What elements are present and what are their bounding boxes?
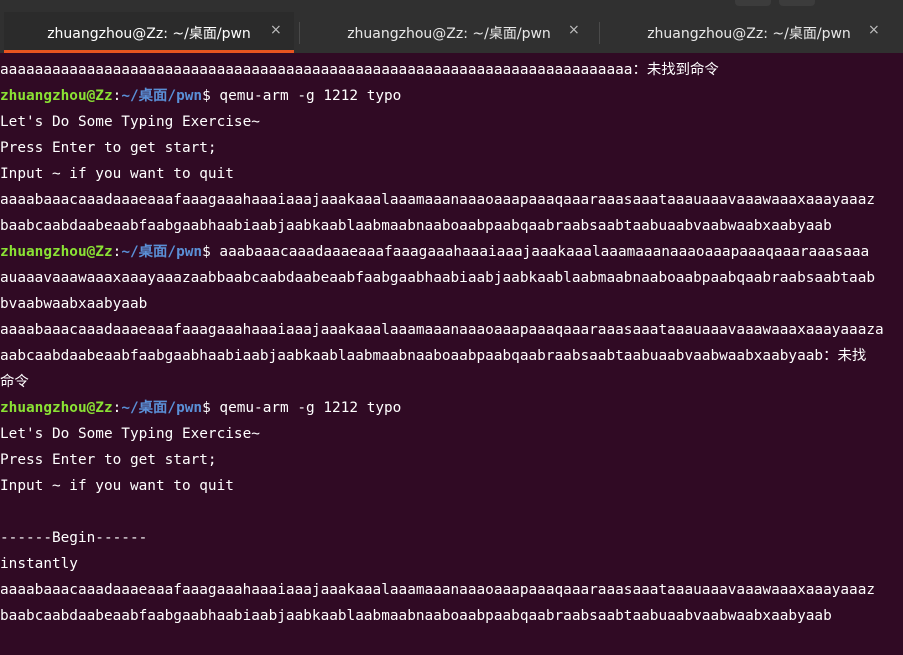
prompt-symbol: $ [202, 88, 220, 104]
prompt-symbol: $ [202, 244, 220, 260]
output-line: Input ~ if you want to quit [0, 478, 234, 494]
output-line: auaaavaaawaaaxaaayaaazaabbaabcaabdaabeaa… [0, 270, 876, 286]
close-icon[interactable]: × [568, 22, 580, 38]
output-line: aaaaaaaaaaaaaaaaaaaaaaaaaaaaaaaaaaaaaaaa… [0, 62, 719, 78]
tab-separator [599, 22, 600, 44]
command-text: qemu-arm -g 1212 typo [219, 400, 402, 416]
prompt-colon: : [112, 88, 122, 104]
prompt-colon: : [112, 400, 122, 416]
prompt-user-host: zhuangzhou@Zz [0, 400, 113, 416]
output-line: ------Begin------ [0, 530, 148, 546]
tab-title: zhuangzhou@Zz: ~/桌面/pwn [647, 25, 851, 42]
command-text: aaabaaacaaadaaaeaaafaaagaaahaaaiaaajaaak… [219, 244, 870, 260]
output-line: Input ~ if you want to quit [0, 166, 234, 182]
output-line: Let's Do Some Typing Exercise~ [0, 114, 260, 130]
terminal-output[interactable]: aaaaaaaaaaaaaaaaaaaaaaaaaaaaaaaaaaaaaaaa… [0, 57, 903, 655]
output-line: instantly [0, 556, 78, 572]
window-control-button[interactable] [779, 0, 815, 6]
output-line: aaaabaaacaaadaaaeaaafaaagaaahaaaiaaajaaa… [0, 322, 884, 338]
output-line: Press Enter to get start; [0, 140, 217, 156]
tab-title: zhuangzhou@Zz: ~/桌面/pwn [47, 25, 251, 42]
output-line: baabcaabdaabeaabfaabgaabhaabiaabjaabkaab… [0, 218, 832, 234]
prompt-line: zhuangzhou@Zz:~/桌面/pwn$ aaabaaacaaadaaae… [0, 239, 903, 265]
output-line: 命令 [0, 374, 29, 390]
prompt-path: ~/桌面/pwn [121, 400, 203, 416]
output-line: aabcaabdaabeaabfaabgaabhaabiaabjaabkaabl… [0, 348, 867, 364]
tab-1[interactable]: zhuangzhou@Zz: ~/桌面/pwn × [4, 12, 294, 53]
output-line: bvaabwaabxaabyaab [0, 296, 148, 312]
prompt-symbol: $ [202, 400, 220, 416]
tab-bar: zhuangzhou@Zz: ~/桌面/pwn × zhuangzhou@Zz:… [0, 0, 903, 53]
prompt-line: zhuangzhou@Zz:~/桌面/pwn$ qemu-arm -g 1212… [0, 83, 903, 109]
tab-separator [299, 22, 300, 44]
close-icon[interactable]: × [868, 22, 880, 38]
close-icon[interactable]: × [270, 22, 282, 38]
output-line: Let's Do Some Typing Exercise~ [0, 426, 260, 442]
prompt-path: ~/桌面/pwn [121, 88, 203, 104]
output-line: aaaabaaacaaadaaaeaaafaaagaaahaaaiaaajaaa… [0, 582, 876, 598]
prompt-line: zhuangzhou@Zz:~/桌面/pwn$ qemu-arm -g 1212… [0, 395, 903, 421]
terminal-window: zhuangzhou@Zz: ~/桌面/pwn × zhuangzhou@Zz:… [0, 0, 903, 655]
tab-3[interactable]: zhuangzhou@Zz: ~/桌面/pwn × [604, 12, 894, 53]
tab-title: zhuangzhou@Zz: ~/桌面/pwn [347, 25, 551, 42]
command-text: qemu-arm -g 1212 typo [219, 88, 402, 104]
prompt-path: ~/桌面/pwn [121, 244, 203, 260]
window-control-button[interactable] [735, 0, 771, 6]
output-line: Press Enter to get start; [0, 452, 217, 468]
active-tab-indicator [4, 50, 294, 53]
prompt-user-host: zhuangzhou@Zz [0, 244, 113, 260]
prompt-user-host: zhuangzhou@Zz [0, 88, 113, 104]
prompt-colon: : [112, 244, 122, 260]
output-line: aaaabaaacaaadaaaeaaafaaagaaahaaaiaaajaaa… [0, 192, 876, 208]
output-line: baabcaabdaabeaabfaabgaabhaabiaabjaabkaab… [0, 608, 832, 624]
tab-2[interactable]: zhuangzhou@Zz: ~/桌面/pwn × [304, 12, 594, 53]
